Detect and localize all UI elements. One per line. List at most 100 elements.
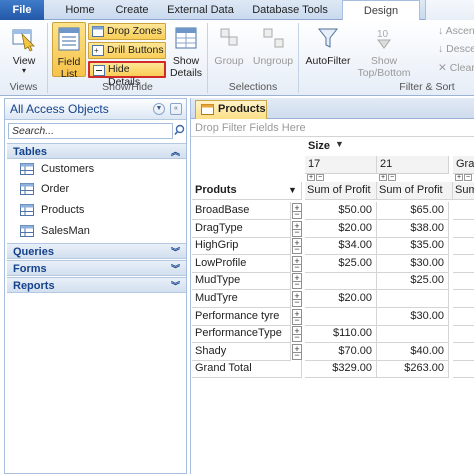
sort-ascending-button[interactable]: ↓ Ascendi — [438, 23, 474, 39]
row-field-header[interactable]: Produts — [192, 182, 302, 200]
dropdown-arrow-icon[interactable]: ▼ — [335, 139, 344, 149]
chevron-down-icon: ︾ — [170, 264, 180, 274]
table-icon — [20, 163, 34, 175]
collapse-button[interactable]: − — [292, 316, 302, 325]
top-bottom-number: 10 — [377, 29, 389, 40]
value-cell: $65.00 — [377, 202, 449, 220]
collapse-button[interactable]: − — [292, 298, 302, 307]
search-icon[interactable] — [174, 123, 185, 139]
nav-pane-menu-icon[interactable]: ▼ — [153, 103, 165, 115]
section-tables[interactable]: Tables ︽ — [7, 143, 186, 159]
group-button[interactable]: Group — [210, 22, 248, 78]
expand-button[interactable]: + — [307, 174, 315, 181]
table-icon — [20, 183, 34, 195]
table-icon — [201, 104, 214, 115]
tab-file[interactable]: File — [0, 0, 44, 20]
row-label[interactable]: PerformanceType — [192, 325, 291, 343]
value-cell: $20.00 — [305, 290, 377, 308]
column-value-header[interactable]: Gra — [453, 156, 474, 174]
tab-contextual-next[interactable] — [425, 0, 474, 20]
value-cell — [453, 237, 474, 255]
value-cell: $34.00 — [305, 237, 377, 255]
value-cell: $50.00 — [305, 202, 377, 220]
document-area: Products Drop Filter Fields Here Size ▼ 17… — [190, 98, 474, 474]
nav-item-order[interactable]: Order — [7, 179, 186, 199]
group-icon — [220, 28, 238, 46]
collapse-button[interactable]: − — [292, 333, 302, 342]
sort-descending-button[interactable]: ↓ Descen — [438, 41, 474, 57]
measure-header[interactable]: Sum of Profit — [305, 182, 377, 200]
group-label-views: Views — [9, 81, 38, 93]
value-cell — [453, 343, 474, 361]
drop-filter-zone[interactable]: Drop Filter Fields Here — [195, 122, 306, 134]
collapse-button[interactable]: − — [464, 174, 472, 181]
column-value-header[interactable]: 21 — [377, 156, 449, 174]
view-icon — [12, 29, 35, 52]
dropdown-arrow-icon[interactable]: ▼ — [288, 185, 297, 195]
sort-ascending-label: Ascendi — [445, 25, 474, 37]
field-list-button[interactable]: Field List — [52, 22, 86, 80]
show-top-bottom-button[interactable]: 10 Show Top/Bottom — [356, 22, 412, 79]
collapse-button[interactable]: − — [292, 351, 302, 360]
show-details-label-line2: Details — [169, 67, 203, 79]
row-label[interactable]: Shady — [192, 343, 291, 361]
tab-design[interactable]: Design — [342, 0, 420, 21]
tab-database-tools[interactable]: Database Tools — [248, 0, 332, 20]
measure-header[interactable]: Sum of Profit — [377, 182, 453, 200]
section-reports[interactable]: Reports ︾ — [7, 277, 186, 293]
value-cell: $30.00 — [377, 308, 449, 326]
grand-total-cell: $263.00 — [377, 360, 449, 378]
section-forms-label: Forms — [13, 263, 47, 275]
ungroup-button[interactable]: Ungroup — [250, 22, 296, 78]
row-label[interactable]: DragType — [192, 220, 291, 238]
collapse-button[interactable]: − — [292, 263, 302, 272]
shutter-bar-close-icon[interactable]: « — [170, 103, 182, 115]
search-input[interactable]: Search... — [8, 123, 173, 139]
collapse-button[interactable]: − — [292, 280, 302, 289]
ungroup-icon — [263, 28, 284, 48]
nav-item-products[interactable]: Products — [7, 200, 186, 220]
nav-item-salesman[interactable]: SalesMan — [7, 221, 186, 241]
tab-create[interactable]: Create — [110, 0, 154, 20]
document-tab-products[interactable]: Products — [195, 100, 267, 119]
value-cell: $30.00 — [377, 255, 449, 273]
value-cell — [305, 308, 377, 326]
tab-external-data[interactable]: External Data — [163, 0, 238, 20]
value-cell: $20.00 — [305, 220, 377, 238]
expand-button[interactable]: + — [379, 174, 387, 181]
collapse-button[interactable]: − — [316, 174, 324, 181]
row-label[interactable]: MudType — [192, 272, 291, 290]
clear-custom-button[interactable]: ✕ Clear Cu — [438, 60, 474, 76]
section-forms[interactable]: Forms ︾ — [7, 260, 186, 276]
collapse-button[interactable]: − — [292, 245, 302, 254]
drill-buttons-button[interactable]: + Drill Buttons — [88, 42, 166, 59]
value-cell: $110.00 — [305, 325, 377, 343]
grand-total-cell: $329.00 — [305, 360, 377, 378]
grand-total-cell — [453, 360, 474, 378]
tab-home[interactable]: Home — [60, 0, 100, 20]
row-label[interactable]: MudTyre — [192, 290, 291, 308]
row-label[interactable]: HighGrip — [192, 237, 291, 255]
value-cell: $25.00 — [305, 255, 377, 273]
collapse-button[interactable]: − — [292, 228, 302, 237]
measure-header[interactable]: Sum of Profit — [453, 182, 474, 200]
collapse-button[interactable]: − — [292, 210, 302, 219]
collapse-button[interactable]: − — [388, 174, 396, 181]
nav-item-customers[interactable]: Customers — [7, 159, 186, 179]
section-queries[interactable]: Queries ︾ — [7, 243, 186, 259]
row-label[interactable]: BroadBase — [192, 202, 291, 220]
drop-zones-button[interactable]: Drop Zones — [88, 23, 166, 40]
autofilter-button[interactable]: AutoFilter — [302, 22, 354, 78]
column-value-header[interactable]: 17 — [305, 156, 377, 174]
view-button[interactable]: View ▾ — [4, 22, 44, 78]
hide-details-button[interactable]: Hide Details — [88, 61, 166, 88]
document-tab-bar: Products — [191, 98, 474, 119]
row-label[interactable]: Performance tyre — [192, 308, 291, 326]
expand-button[interactable]: + — [455, 174, 463, 181]
nav-pane-header[interactable]: All Access Objects ▼ « — [5, 99, 186, 120]
grand-total-label[interactable]: Grand Total — [192, 360, 302, 378]
show-details-button[interactable]: Show Details — [168, 22, 204, 79]
table-icon — [20, 225, 34, 237]
row-label[interactable]: LowProfile — [192, 255, 291, 273]
chevron-down-icon: ▾ — [21, 66, 26, 75]
